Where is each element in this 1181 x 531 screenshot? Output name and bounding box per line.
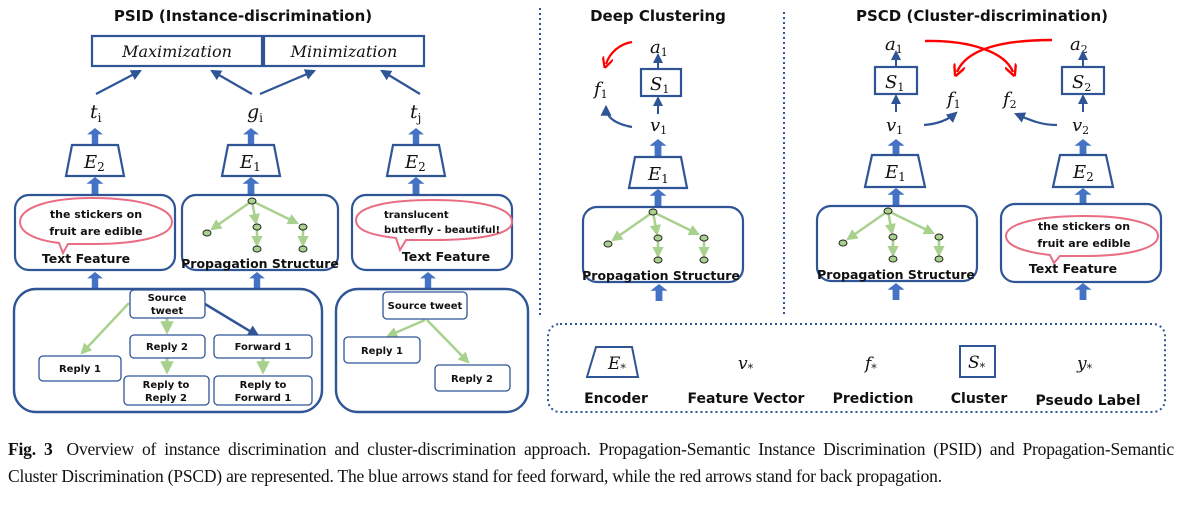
propagation-structure-label: Propagation Structure [817, 267, 975, 282]
feed-forward-arrow [407, 177, 425, 194]
maximization-label: Maximization [121, 42, 232, 61]
feed-forward-arrow [650, 284, 668, 301]
feed-forward-arrow [1074, 188, 1092, 205]
arrow-gi-to-min [259, 69, 317, 96]
feed-forward-arrow [1074, 283, 1092, 300]
a2-symbol: a2 [1070, 34, 1088, 56]
g-i-symbol: gi [247, 101, 263, 125]
arrow-ti-to-max [95, 69, 142, 95]
text-feature-label: Text Feature [42, 251, 130, 266]
legend-label-prediction: Prediction [833, 391, 914, 407]
figure-number: Fig. 3 [8, 439, 53, 459]
node-label: Reply 2 [145, 393, 187, 404]
feed-forward-arrow [887, 283, 905, 300]
figure-caption: Fig. 3 Overview of instance discriminatio… [8, 436, 1174, 490]
t-j-symbol: tj [410, 101, 421, 125]
v1-symbol: v1 [886, 115, 903, 137]
node-label: tweet [151, 306, 184, 317]
f1-symbol: f1 [592, 79, 608, 101]
feed-forward-arrow [420, 272, 436, 288]
bubble-text: translucent [384, 210, 449, 221]
overview-diagram: PSID (Instance-discrimination) Maximizat… [12, 7, 1166, 414]
node-label: Reply 2 [451, 374, 493, 385]
node-label: Reply 1 [361, 346, 403, 357]
backprop-arrow-a1-to-f1 [606, 40, 633, 64]
minimization-label: Minimization [290, 42, 398, 61]
caption-text: Overview of instance discrimination and … [8, 439, 1175, 486]
bubble-text: fruit are edible [49, 225, 142, 238]
arrow-v1-to-f1 [923, 111, 958, 127]
psid-section: PSID (Instance-discrimination) Maximizat… [12, 7, 530, 414]
node-label: Reply to [240, 380, 287, 391]
bubble-text: fruit are edible [1037, 237, 1130, 250]
pscd-section: PSCD (Cluster-discrimination) a1 a2 S1 S… [815, 7, 1163, 300]
v1-symbol: v1 [650, 115, 667, 137]
feed-forward-arrow [408, 128, 424, 144]
psid-title: PSID (Instance-discrimination) [114, 7, 372, 25]
text-feature-label: Text Feature [402, 249, 490, 264]
bubble-text: the stickers on [1038, 220, 1130, 233]
arrow-gi-to-max [210, 69, 253, 95]
bubble-text: butterfly - beautiful! [384, 225, 500, 236]
feed-forward-arrow [887, 139, 905, 156]
propagation-structure-label: Propagation Structure [181, 256, 339, 271]
text-feature-label: Text Feature [1029, 261, 1117, 276]
feed-forward-arrow [887, 188, 905, 205]
feed-forward-arrow [86, 177, 104, 194]
feed-forward-arrow [649, 189, 667, 206]
node-label: Source tweet [388, 301, 463, 312]
node-label: Reply to [143, 380, 190, 391]
deep-clustering-section: Deep Clustering a1 S1 v1 f1 E1 Propagati… [581, 7, 745, 301]
deep-clustering-title: Deep Clustering [590, 7, 726, 25]
pscd-title: PSCD (Cluster-discrimination) [856, 7, 1108, 25]
bubble-text: the stickers on [50, 208, 142, 221]
legend-prediction-symbol: f* [863, 354, 877, 375]
legend-label-feature-vector: Feature Vector [688, 391, 805, 407]
t-i-symbol: ti [90, 101, 102, 125]
legend-feature-vector-symbol: v* [738, 354, 754, 375]
legend-label-pseudo-label: Pseudo Label [1035, 393, 1140, 409]
node-label: Reply 1 [59, 364, 101, 375]
node-label: Source [148, 293, 187, 304]
f1-symbol: f1 [945, 89, 961, 111]
feed-forward-arrow [242, 177, 260, 194]
node-label: Forward 1 [235, 393, 292, 404]
node-label: Forward 1 [235, 342, 292, 353]
legend: E* Encoder v* Feature Vector f* Predicti… [547, 323, 1166, 413]
propagation-structure-label: Propagation Structure [582, 268, 740, 283]
arrow-v2-to-f2 [1013, 112, 1058, 127]
feed-forward-arrow [1074, 139, 1092, 156]
feed-forward-arrow [249, 272, 265, 288]
feed-forward-arrow [87, 272, 103, 288]
feed-forward-arrow [649, 139, 667, 156]
feed-forward-arrow [87, 128, 103, 144]
feed-forward-arrow [243, 128, 259, 144]
f2-symbol: f2 [1001, 89, 1017, 111]
arrow-tj-to-min [380, 69, 421, 95]
legend-pseudo-label-symbol: y* [1076, 354, 1093, 375]
legend-label-cluster: Cluster [951, 391, 1008, 407]
a1-symbol: a1 [885, 34, 903, 56]
v2-symbol: v2 [1072, 115, 1089, 137]
node-label: Reply 2 [146, 342, 188, 353]
arrow-v1-to-f1 [600, 104, 633, 129]
legend-label-encoder: Encoder [584, 391, 648, 407]
